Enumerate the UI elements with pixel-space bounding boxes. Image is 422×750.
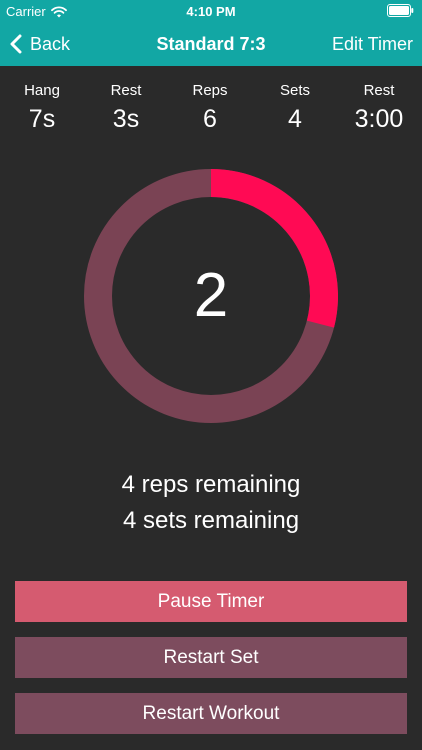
battery-icon	[387, 4, 414, 20]
restart-workout-button[interactable]: Restart Workout	[15, 693, 407, 734]
pause-timer-button[interactable]: Pause Timer	[15, 581, 407, 622]
restart-set-button[interactable]: Restart Set	[15, 637, 407, 678]
timer-ring: 2	[84, 169, 338, 423]
chevron-left-icon	[10, 34, 22, 54]
back-button[interactable]: Back	[10, 22, 70, 66]
status-bar: Carrier 4:10 PM	[0, 0, 422, 22]
stat-value: 6	[203, 105, 217, 133]
status-time: 4:10 PM	[186, 4, 236, 19]
stat-set-rest: Rest 3:00	[337, 80, 421, 134]
stat-sets: Sets 4	[253, 80, 337, 134]
stat-hang: Hang 7s	[0, 80, 84, 134]
page-title: Standard 7:3	[156, 34, 266, 54]
stat-label: Rest	[110, 82, 142, 99]
stat-reps: Reps 6	[168, 80, 252, 134]
stat-label: Rest	[363, 82, 395, 99]
stat-label: Sets	[279, 82, 310, 99]
reps-remaining: 4 reps remaining	[121, 471, 301, 498]
back-label: Back	[30, 33, 71, 54]
stat-rest: Rest 3s	[84, 80, 168, 134]
sets-remaining: 4 sets remaining	[122, 507, 300, 534]
countdown-number: 2	[193, 261, 229, 330]
edit-timer-button[interactable]: Edit Timer	[332, 22, 413, 66]
navigation-bar: Back Standard 7:3 Edit Timer	[0, 22, 422, 66]
stat-label: Hang	[24, 82, 60, 99]
stat-value: 7s	[28, 105, 56, 133]
stat-value: 4	[288, 105, 302, 133]
stat-label: Reps	[192, 82, 228, 99]
stat-value: 3:00	[354, 105, 404, 133]
stat-value: 3s	[112, 105, 140, 133]
